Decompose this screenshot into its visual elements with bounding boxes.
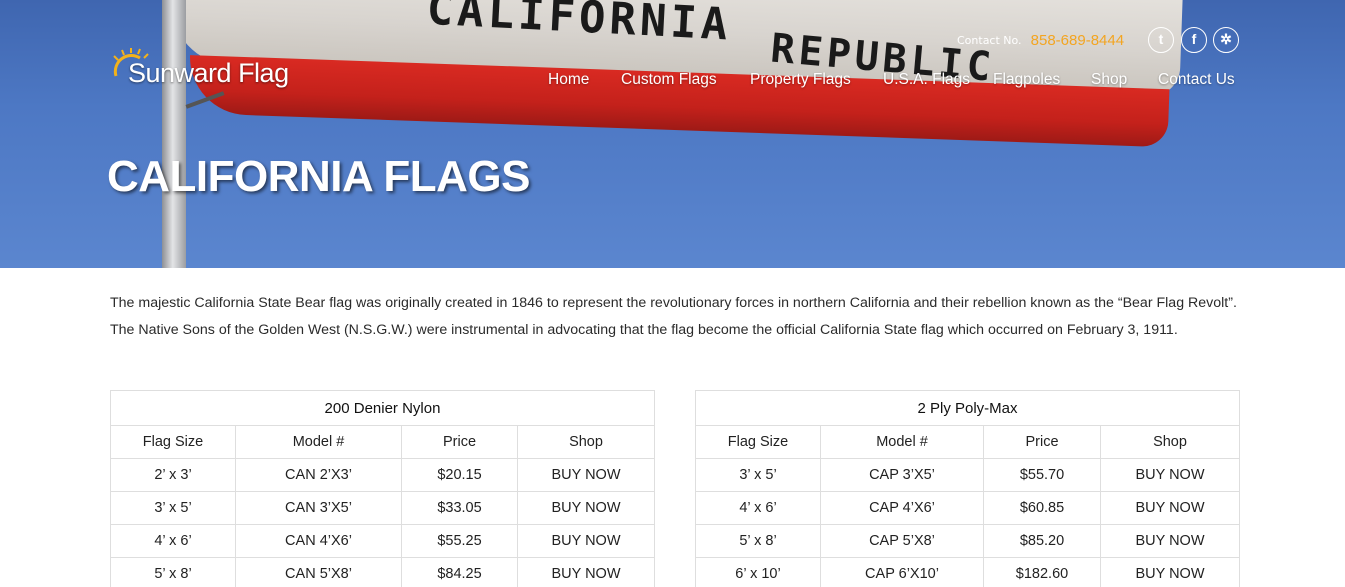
nav-flagpoles[interactable]: Flagpoles <box>993 71 1060 89</box>
model-cell: CAP 3’X5’ <box>820 458 984 492</box>
model-cell: CAP 4’X6’ <box>820 491 984 525</box>
nav-contact-us[interactable]: Contact Us <box>1158 71 1235 89</box>
table-row: 4’ x 6’ CAP 4’X6’ $60.85 BUY NOW <box>695 491 1240 525</box>
model-cell: CAP 6’X10’ <box>820 557 984 587</box>
phone-number-link[interactable]: 858-689-8444 <box>1031 32 1124 49</box>
price-cell: $20.15 <box>401 458 518 492</box>
flag-size-cell: 6’ x 10’ <box>695 557 821 587</box>
buy-now-link[interactable]: BUY NOW <box>517 458 655 492</box>
flagpole-image <box>162 0 186 268</box>
buy-now-link[interactable]: BUY NOW <box>1100 458 1240 492</box>
column-header: Flag Size <box>695 425 821 459</box>
column-header: Model # <box>820 425 984 459</box>
buy-now-link[interactable]: BUY NOW <box>517 491 655 525</box>
facebook-icon[interactable]: f <box>1181 27 1207 53</box>
nav-home[interactable]: Home <box>548 71 589 89</box>
table-row: 3’ x 5’ CAN 3’X5’ $33.05 BUY NOW <box>110 491 655 525</box>
buy-now-link[interactable]: BUY NOW <box>1100 524 1240 558</box>
flag-size-cell: 4’ x 6’ <box>695 491 821 525</box>
flag-size-cell: 2’ x 3’ <box>110 458 236 492</box>
price-cell: $33.05 <box>401 491 518 525</box>
buy-now-link[interactable]: BUY NOW <box>1100 557 1240 587</box>
hero-banner: CALIFORNIA REPUBLIC Sunward Flag Contact… <box>0 0 1345 268</box>
price-table-polymax: 2 Ply Poly-Max Flag Size Model # Price S… <box>695 390 1240 587</box>
nav-custom-flags[interactable]: Custom Flags <box>621 71 717 89</box>
table-header-row: Flag Size Model # Price Shop <box>695 425 1240 459</box>
twitter-icon[interactable]: t <box>1148 27 1174 53</box>
price-cell: $85.20 <box>983 524 1101 558</box>
flag-size-cell: 5’ x 8’ <box>695 524 821 558</box>
table-row: 3’ x 5’ CAP 3’X5’ $55.70 BUY NOW <box>695 458 1240 492</box>
table-title: 2 Ply Poly-Max <box>695 390 1240 426</box>
price-table-nylon: 200 Denier Nylon Flag Size Model # Price… <box>110 390 655 587</box>
table-row: 5’ x 8’ CAP 5’X8’ $85.20 BUY NOW <box>695 524 1240 558</box>
price-cell: $182.60 <box>983 557 1101 587</box>
table-row: 4’ x 6’ CAN 4’X6’ $55.25 BUY NOW <box>110 524 655 558</box>
price-cell: $55.25 <box>401 524 518 558</box>
column-header: Price <box>401 425 518 459</box>
main-nav: Home Custom Flags Property Flags U.S.A. … <box>0 71 1345 93</box>
model-cell: CAP 5’X8’ <box>820 524 984 558</box>
column-header: Shop <box>517 425 655 459</box>
table-row: 5’ x 8’ CAN 5’X8’ $84.25 BUY NOW <box>110 557 655 587</box>
nav-property-flags[interactable]: Property Flags <box>750 71 851 89</box>
flag-size-cell: 4’ x 6’ <box>110 524 236 558</box>
column-header: Shop <box>1100 425 1240 459</box>
model-cell: CAN 4’X6’ <box>235 524 402 558</box>
column-header: Flag Size <box>110 425 236 459</box>
contact-label: Contact No. <box>957 34 1022 47</box>
flag-size-cell: 5’ x 8’ <box>110 557 236 587</box>
table-title: 200 Denier Nylon <box>110 390 655 426</box>
model-cell: CAN 3’X5’ <box>235 491 402 525</box>
intro-paragraph: The majestic California State Bear flag … <box>110 295 1237 338</box>
page-title: CALIFORNIA FLAGS <box>107 152 531 201</box>
column-header: Price <box>983 425 1101 459</box>
table-row: 6’ x 10’ CAP 6’X10’ $182.60 BUY NOW <box>695 557 1240 587</box>
price-cell: $55.70 <box>983 458 1101 492</box>
buy-now-link[interactable]: BUY NOW <box>1100 491 1240 525</box>
model-cell: CAN 2’X3’ <box>235 458 402 492</box>
flag-size-cell: 3’ x 5’ <box>110 491 236 525</box>
price-cell: $60.85 <box>983 491 1101 525</box>
yelp-icon[interactable]: ✲ <box>1213 27 1239 53</box>
nav-usa-flags[interactable]: U.S.A. Flags <box>883 71 970 89</box>
price-cell: $84.25 <box>401 557 518 587</box>
buy-now-link[interactable]: BUY NOW <box>517 524 655 558</box>
buy-now-link[interactable]: BUY NOW <box>517 557 655 587</box>
column-header: Model # <box>235 425 402 459</box>
contact-info: Contact No. 858-689-8444 <box>957 30 1124 50</box>
table-header-row: Flag Size Model # Price Shop <box>110 425 655 459</box>
model-cell: CAN 5’X8’ <box>235 557 402 587</box>
flag-size-cell: 3’ x 5’ <box>695 458 821 492</box>
table-row: 2’ x 3’ CAN 2’X3’ $20.15 BUY NOW <box>110 458 655 492</box>
nav-shop[interactable]: Shop <box>1091 71 1127 89</box>
